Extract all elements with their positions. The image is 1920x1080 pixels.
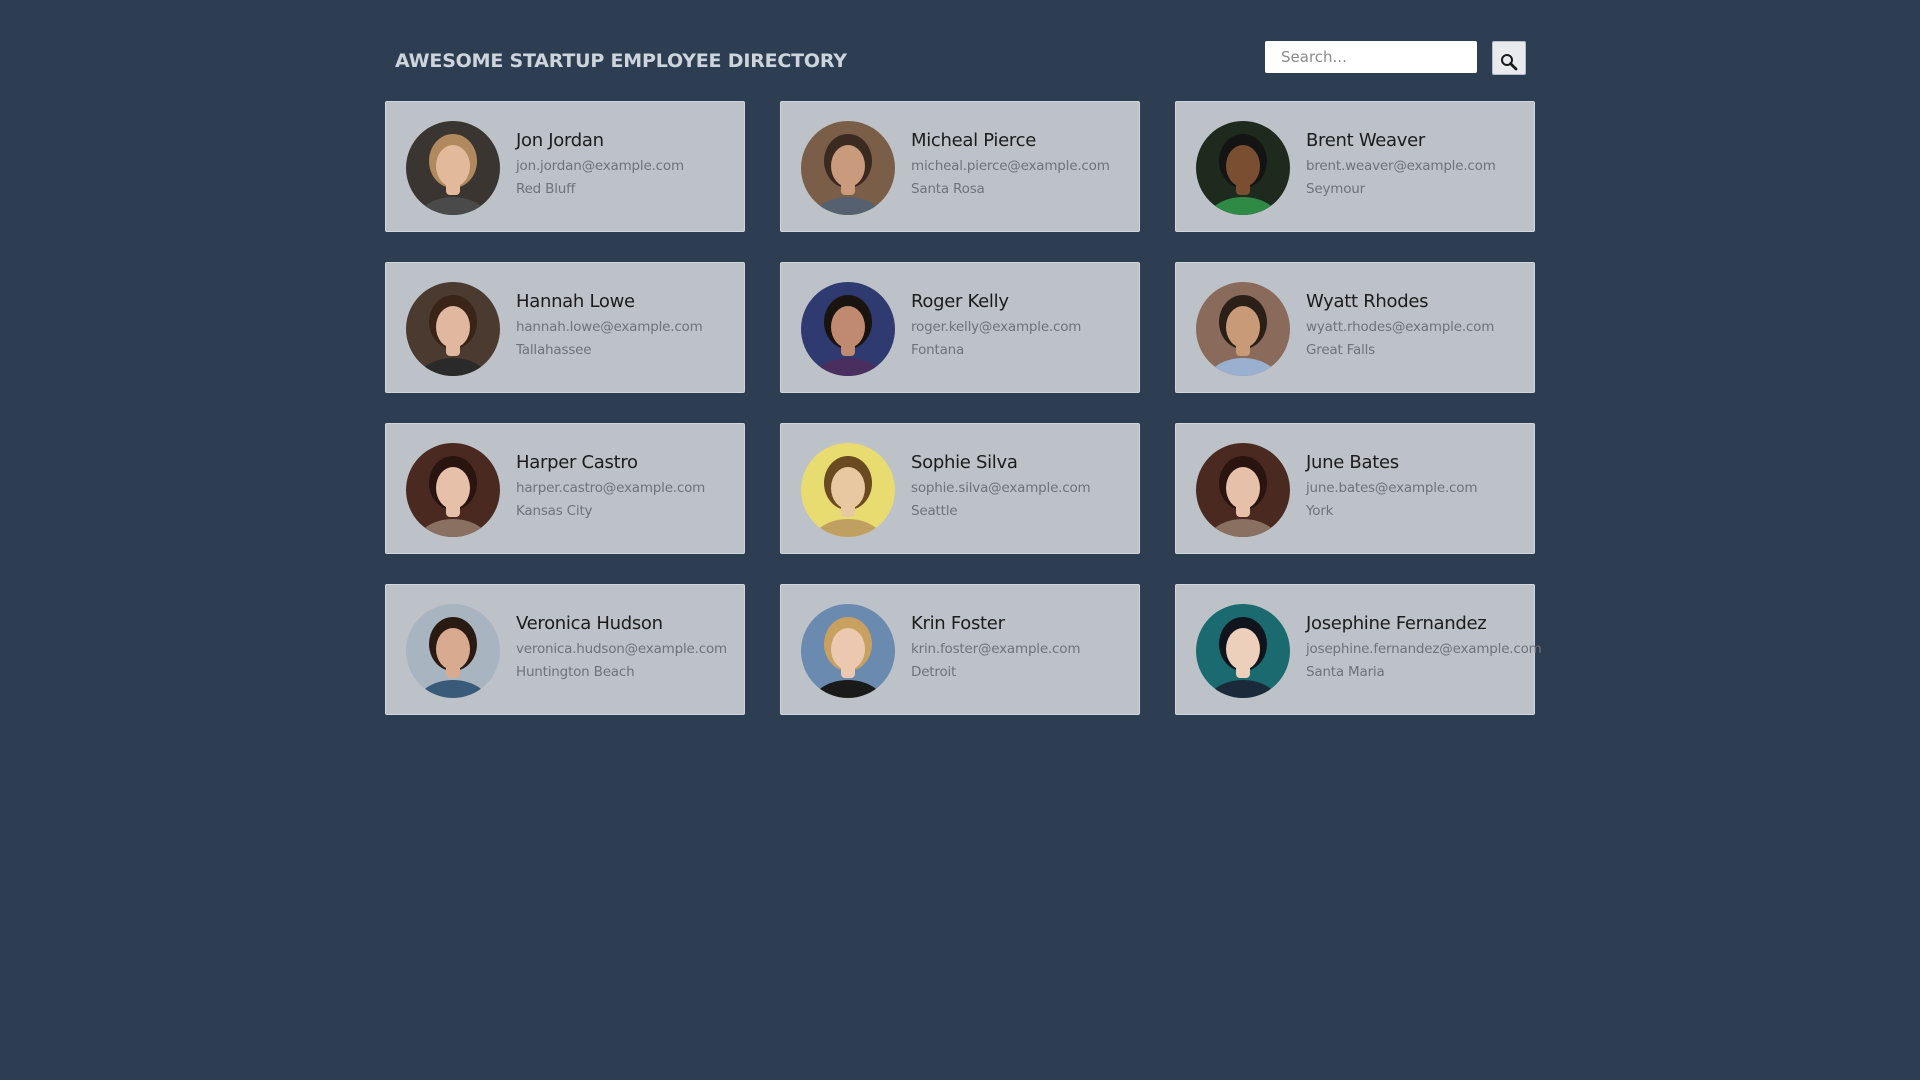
employee-card[interactable]: Harper Castro harper.castro@example.com … (385, 423, 745, 554)
avatar (1196, 282, 1290, 376)
avatar (406, 443, 500, 537)
employee-info: Josephine Fernandez josephine.fernandez@… (1306, 613, 1542, 684)
employee-info: Jon Jordan jon.jordan@example.com Red Bl… (516, 130, 684, 201)
employee-name: Veronica Hudson (516, 613, 663, 634)
employee-info: Sophie Silva sophie.silva@example.com Se… (911, 452, 1091, 523)
employee-grid: Jon Jordan jon.jordan@example.com Red Bl… (385, 101, 1542, 715)
employee-card[interactable]: Roger Kelly roger.kelly@example.com Font… (780, 262, 1140, 393)
employee-card[interactable]: Sophie Silva sophie.silva@example.com Se… (780, 423, 1140, 554)
employee-info: Wyatt Rhodes wyatt.rhodes@example.com Gr… (1306, 291, 1494, 362)
avatar (406, 604, 500, 698)
employee-name: June Bates (1306, 452, 1399, 473)
employee-city: Red Bluff (516, 181, 576, 197)
employee-info: Harper Castro harper.castro@example.com … (516, 452, 705, 523)
employee-email: krin.foster@example.com (911, 641, 1081, 657)
employee-card[interactable]: Josephine Fernandez josephine.fernandez@… (1175, 584, 1542, 715)
employee-email: jon.jordan@example.com (516, 158, 684, 174)
employee-email: june.bates@example.com (1306, 480, 1478, 496)
employee-info: Roger Kelly roger.kelly@example.com Font… (911, 291, 1081, 362)
avatar (1196, 604, 1290, 698)
employee-email: micheal.pierce@example.com (911, 158, 1110, 174)
employee-name: Hannah Lowe (516, 291, 635, 312)
avatar (801, 443, 895, 537)
employee-card[interactable]: Wyatt Rhodes wyatt.rhodes@example.com Gr… (1175, 262, 1535, 393)
employee-email: hannah.lowe@example.com (516, 319, 703, 335)
employee-name: Brent Weaver (1306, 130, 1425, 151)
employee-card[interactable]: Micheal Pierce micheal.pierce@example.co… (780, 101, 1140, 232)
employee-info: Micheal Pierce micheal.pierce@example.co… (911, 130, 1110, 201)
avatar (801, 604, 895, 698)
employee-city: York (1306, 503, 1334, 519)
employee-card[interactable]: Hannah Lowe hannah.lowe@example.com Tall… (385, 262, 745, 393)
employee-email: veronica.hudson@example.com (516, 641, 727, 657)
employee-email: josephine.fernandez@example.com (1306, 641, 1542, 657)
employee-city: Fontana (911, 342, 965, 358)
employee-city: Santa Maria (1306, 664, 1385, 680)
employee-city: Huntington Beach (516, 664, 635, 680)
employee-info: Veronica Hudson veronica.hudson@example.… (516, 613, 727, 684)
employee-city: Seymour (1306, 181, 1365, 197)
avatar (1196, 121, 1290, 215)
avatar (1196, 443, 1290, 537)
employee-city: Seattle (911, 503, 958, 519)
employee-name: Josephine Fernandez (1306, 613, 1487, 634)
employee-info: June Bates june.bates@example.com York (1306, 452, 1477, 523)
employee-info: Brent Weaver brent.weaver@example.com Se… (1306, 130, 1496, 201)
employee-card[interactable]: Jon Jordan jon.jordan@example.com Red Bl… (385, 101, 745, 232)
search-button[interactable] (1492, 41, 1526, 75)
avatar (406, 282, 500, 376)
employee-card[interactable]: June Bates june.bates@example.com York (1175, 423, 1535, 554)
employee-name: Sophie Silva (911, 452, 1018, 473)
header: AWESOME STARTUP EMPLOYEE DIRECTORY (395, 41, 1526, 78)
employee-name: Harper Castro (516, 452, 638, 473)
employee-name: Krin Foster (911, 613, 1005, 634)
search-input[interactable] (1265, 41, 1477, 73)
employee-city: Santa Rosa (911, 181, 985, 197)
employee-card[interactable]: Veronica Hudson veronica.hudson@example.… (385, 584, 745, 715)
employee-email: harper.castro@example.com (516, 480, 706, 496)
avatar (801, 282, 895, 376)
employee-name: Jon Jordan (516, 130, 604, 151)
employee-info: Krin Foster krin.foster@example.com Detr… (911, 613, 1080, 684)
employee-email: wyatt.rhodes@example.com (1306, 319, 1495, 335)
employee-email: roger.kelly@example.com (911, 319, 1082, 335)
employee-name: Roger Kelly (911, 291, 1009, 312)
employee-card[interactable]: Brent Weaver brent.weaver@example.com Se… (1175, 101, 1535, 232)
employee-name: Wyatt Rhodes (1306, 291, 1429, 312)
employee-email: brent.weaver@example.com (1306, 158, 1496, 174)
employee-city: Great Falls (1306, 342, 1376, 358)
avatar (801, 121, 895, 215)
employee-city: Kansas City (516, 503, 593, 519)
employee-card[interactable]: Krin Foster krin.foster@example.com Detr… (780, 584, 1140, 715)
employee-name: Micheal Pierce (911, 130, 1036, 151)
page-title: AWESOME STARTUP EMPLOYEE DIRECTORY (395, 50, 847, 72)
magnifier-icon (1501, 53, 1518, 70)
employee-city: Tallahassee (516, 342, 592, 358)
employee-city: Detroit (911, 664, 957, 680)
employee-info: Hannah Lowe hannah.lowe@example.com Tall… (516, 291, 703, 362)
avatar (406, 121, 500, 215)
employee-email: sophie.silva@example.com (911, 480, 1091, 496)
